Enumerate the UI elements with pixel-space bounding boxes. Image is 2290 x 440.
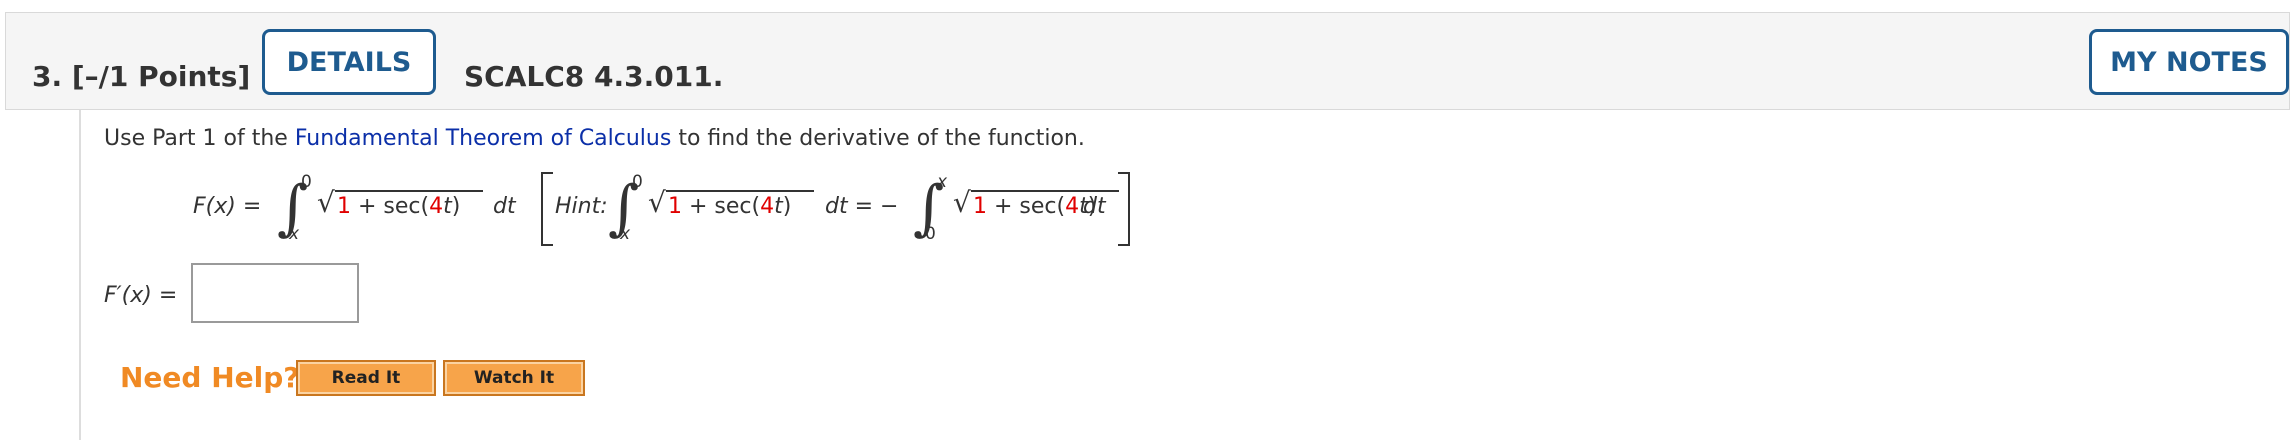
content-divider (79, 110, 81, 440)
integrand-sec: + sec( (351, 194, 430, 219)
hint-sqrt-symbol: √ (648, 186, 666, 219)
answer-label: F′(x) = (104, 283, 178, 308)
question-number: 3. [–/1 Points] (32, 60, 251, 93)
integrand-variable: t (443, 194, 452, 219)
hint2-integrand-factor: 4 (1065, 194, 1080, 219)
details-button[interactable]: DETAILS (262, 29, 436, 95)
hint-sqrt-bar (666, 190, 814, 192)
hint2-integrand-sec: + sec( (987, 194, 1066, 219)
hint-differential: dt (1083, 194, 1106, 219)
hint-equals: dt = − (825, 194, 899, 219)
hint-integrand: 1 + sec(4t) (668, 194, 791, 219)
hint2-integrand-coefficient: 1 (973, 194, 987, 219)
sqrt-symbol: √ (317, 186, 335, 219)
hint-integrand-close: ) (782, 194, 792, 219)
hint-lower-limit: x (620, 224, 631, 244)
hint-right-bracket (1118, 172, 1130, 246)
read-it-button[interactable]: Read It (296, 360, 436, 396)
hint-sqrt2-symbol: √ (953, 186, 971, 219)
lower-limit: x (289, 224, 300, 244)
integrand-close: ) (451, 194, 461, 219)
hint-sqrt2-bar (971, 190, 1119, 192)
upper-limit: 0 (301, 172, 312, 192)
sqrt-bar (335, 190, 483, 192)
need-help-label: Need Help? (120, 361, 300, 394)
hint-integrand2: 1 + sec(4t) (973, 194, 1096, 219)
answer-input[interactable] (191, 263, 359, 323)
function-lhs: F(x) = (193, 194, 262, 219)
hint-integrand-coefficient: 1 (668, 194, 682, 219)
ftc-link[interactable]: Fundamental Theorem of Calculus (295, 126, 672, 151)
hint-integrand-factor: 4 (760, 194, 775, 219)
integrand: 1 + sec(4t) (337, 194, 460, 219)
prompt-text-before: Use Part 1 of the (104, 126, 295, 151)
my-notes-button[interactable]: MY NOTES (2089, 29, 2289, 95)
integrand-factor: 4 (429, 194, 444, 219)
hint-integral2-lower: 0 (925, 224, 936, 244)
integrand-coefficient: 1 (337, 194, 351, 219)
question-header: 3. [–/1 Points] DETAILS SCALC8 4.3.011. … (5, 12, 2290, 110)
function-definition: F(x) = ∫ 0 x √ 1 + sec(4t) dt Hint: ∫ 0 … (193, 168, 1143, 250)
hint-label: Hint: (555, 194, 608, 219)
hint-upper-limit: 0 (632, 172, 643, 192)
question-prompt: Use Part 1 of the Fundamental Theorem of… (104, 126, 1085, 151)
hint-integrand-sec: + sec( (682, 194, 761, 219)
differential: dt (493, 194, 516, 219)
prompt-text-after: to find the derivative of the function. (671, 126, 1085, 151)
hint-integrand-variable: t (774, 194, 783, 219)
hint-integral2-upper: x (937, 172, 948, 192)
problem-code: SCALC8 4.3.011. (464, 60, 724, 93)
hint-left-bracket (541, 172, 553, 246)
watch-it-button[interactable]: Watch It (443, 360, 585, 396)
